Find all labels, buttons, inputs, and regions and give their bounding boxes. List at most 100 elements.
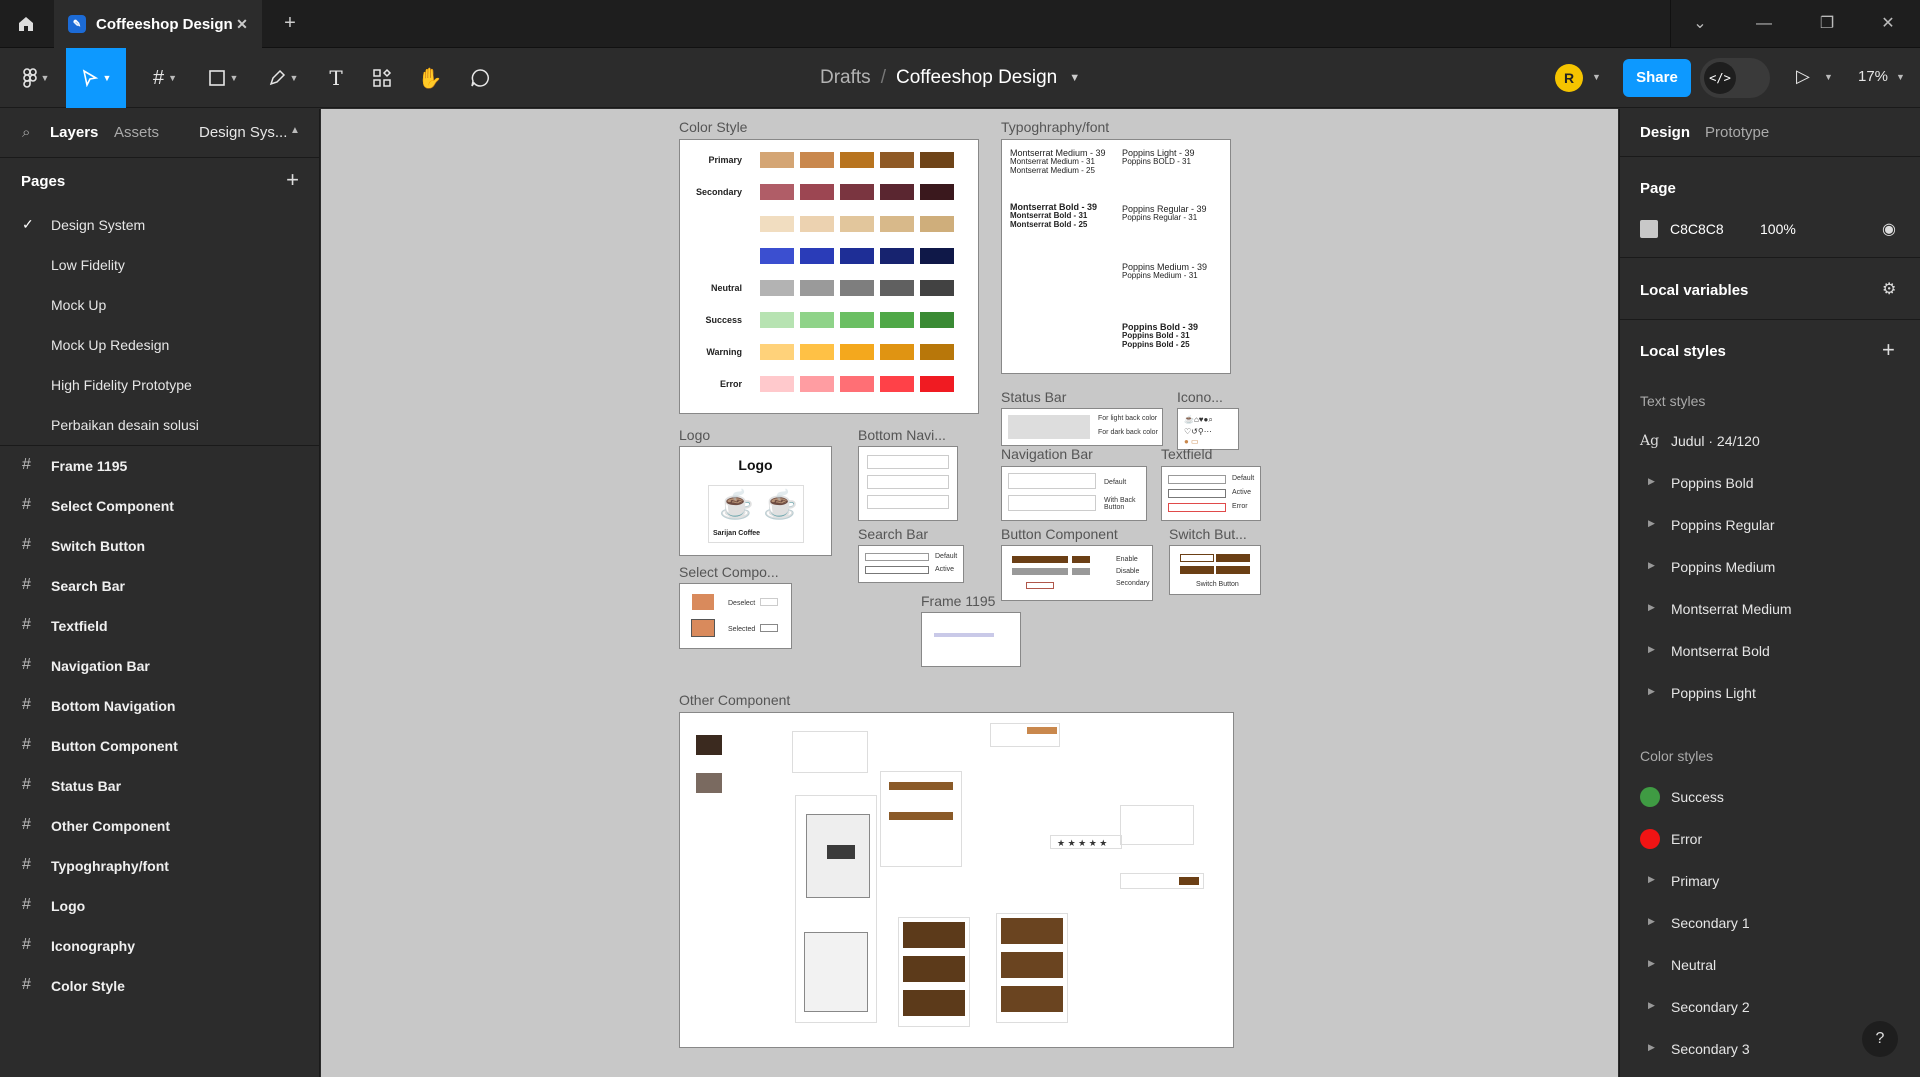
resources-button[interactable] [362, 48, 402, 108]
switch-button-frame[interactable]: Switch Button [1169, 545, 1261, 595]
tab-layers[interactable]: Layers [50, 124, 98, 141]
chevron-up-icon[interactable]: ▲ [290, 125, 300, 136]
chevron-down-icon[interactable]: ▼ [1824, 72, 1833, 82]
iconography-frame[interactable]: ☕⌂♥●⌕ ♡↺⚲⋯ ● ▭ [1177, 408, 1239, 450]
frame-label-color-style[interactable]: Color Style [679, 119, 747, 135]
help-button[interactable]: ? [1862, 1021, 1898, 1057]
textfield-frame[interactable]: Default Active Error [1161, 466, 1261, 521]
chevron-right-icon[interactable]: ▶ [1648, 874, 1655, 885]
color-style-group[interactable]: ▶ Neutral [1620, 949, 1920, 983]
page-item[interactable]: ✓ Design System [0, 205, 319, 245]
layer-item[interactable]: # Select Component [0, 486, 319, 526]
chevron-right-icon[interactable]: ▶ [1648, 916, 1655, 927]
tab-design[interactable]: Design [1640, 124, 1690, 141]
color-style-group[interactable]: ▶ Primary [1620, 865, 1920, 899]
frame-label-logo[interactable]: Logo [679, 427, 710, 443]
layer-item[interactable]: # Bottom Navigation [0, 686, 319, 726]
chevron-right-icon[interactable]: ▶ [1648, 518, 1655, 529]
zoom-level[interactable]: 17% [1858, 68, 1888, 85]
bottom-navigation-frame[interactable] [858, 446, 958, 521]
frame-label-select-component[interactable]: Select Compo... [679, 564, 779, 580]
page-item[interactable]: High Fidelity Prototype [0, 365, 319, 405]
local-variables-title[interactable]: Local variables [1640, 282, 1748, 299]
color-style-group[interactable]: ▶ Secondary 2 [1620, 991, 1920, 1025]
frame-label-switch-button[interactable]: Switch But... [1169, 526, 1247, 542]
frame-1195[interactable] [921, 612, 1021, 667]
page-color-opacity[interactable]: 100% [1760, 221, 1796, 237]
eye-icon[interactable]: ◉ [1882, 219, 1896, 239]
restore-button[interactable]: ❐ [1815, 12, 1839, 36]
color-style-row[interactable]: Error [1620, 823, 1920, 857]
chevron-right-icon[interactable]: ▶ [1648, 560, 1655, 571]
text-style-group[interactable]: ▶ Montserrat Bold [1620, 635, 1920, 669]
tab-assets[interactable]: Assets [114, 124, 159, 141]
chevron-right-icon[interactable]: ▶ [1648, 686, 1655, 697]
text-tool-button[interactable]: T [316, 48, 356, 108]
page-item[interactable]: Low Fidelity [0, 245, 319, 285]
button-component-frame[interactable]: Enable Disable Secondary [1001, 545, 1153, 601]
layer-item[interactable]: # Typoghraphy/font [0, 846, 319, 886]
layer-item[interactable]: # Color Style [0, 966, 319, 1006]
navigation-bar-frame[interactable]: Default With Back Button [1001, 466, 1147, 521]
other-component-frame[interactable]: ★ ★ ★ ★ ★ [679, 712, 1234, 1048]
layer-item[interactable]: # Switch Button [0, 526, 319, 566]
tab-close-icon[interactable]: ✕ [232, 14, 252, 34]
text-style-row[interactable]: Ag Judul · 24/120 [1620, 425, 1920, 459]
tab-prototype[interactable]: Prototype [1705, 124, 1769, 141]
frame-label-typography[interactable]: Typoghraphy/font [1001, 119, 1109, 135]
layer-item[interactable]: # Frame 1195 [0, 446, 319, 486]
select-component-frame[interactable]: Deselect Selected [679, 583, 792, 649]
tabs-dropdown-icon[interactable]: ⌄ [1688, 12, 1712, 36]
frame-label-button-component[interactable]: Button Component [1001, 526, 1118, 542]
new-tab-button[interactable]: + [278, 12, 302, 36]
layer-item[interactable]: # Navigation Bar [0, 646, 319, 686]
color-style-group[interactable]: ▶ Secondary 1 [1620, 907, 1920, 941]
text-style-group[interactable]: ▶ Montserrat Medium [1620, 593, 1920, 627]
chevron-down-icon[interactable]: ▼ [1069, 72, 1080, 84]
chevron-down-icon[interactable]: ▼ [1592, 72, 1601, 82]
page-item[interactable]: Mock Up [0, 285, 319, 325]
dev-mode-toggle[interactable]: </> [1700, 58, 1770, 98]
typography-frame[interactable]: Montserrat Medium - 39 Montserrat Medium … [1001, 139, 1231, 374]
frame-label-textfield[interactable]: Textfield [1161, 446, 1212, 462]
text-style-group[interactable]: ▶ Poppins Medium [1620, 551, 1920, 585]
page-item[interactable]: Perbaikan desain solusi [0, 405, 319, 445]
search-icon[interactable]: ⌕ [22, 124, 30, 141]
color-style-frame[interactable]: Primary Secondary Neutral Success Warning Err… [679, 139, 979, 414]
text-style-group[interactable]: ▶ Poppins Bold [1620, 467, 1920, 501]
page-item[interactable]: Mock Up Redesign [0, 325, 319, 365]
chevron-right-icon[interactable]: ▶ [1648, 1042, 1655, 1053]
canvas[interactable]: Color Style Primary Secondary Neutral Succe… [321, 109, 1618, 1077]
chevron-right-icon[interactable]: ▶ [1648, 602, 1655, 613]
frame-label-bottom-navigation[interactable]: Bottom Navi... [858, 427, 946, 443]
frame-label-iconography[interactable]: Icono... [1177, 389, 1223, 405]
shape-tool-button[interactable]: ▼ [198, 48, 248, 108]
move-tool-button[interactable]: ▼ [66, 48, 126, 108]
hand-tool-button[interactable]: ✋ [410, 48, 450, 108]
share-button[interactable]: Share [1623, 59, 1691, 97]
color-style-row[interactable]: Success [1620, 781, 1920, 815]
search-bar-frame[interactable]: Default Active [858, 545, 964, 583]
pen-tool-button[interactable]: ▼ [258, 48, 308, 108]
window-close-button[interactable]: ✕ [1876, 12, 1900, 36]
layer-item[interactable]: # Textfield [0, 606, 319, 646]
file-tab[interactable]: ✎ Coffeeshop Design ✕ [54, 0, 262, 48]
page-color-swatch[interactable] [1640, 220, 1658, 238]
main-menu-button[interactable]: ▼ [12, 48, 60, 108]
chevron-down-icon[interactable]: ▼ [1896, 72, 1905, 82]
layer-item[interactable]: # Status Bar [0, 766, 319, 806]
layer-item[interactable]: # Iconography [0, 926, 319, 966]
sliders-icon[interactable]: ⚙ [1882, 279, 1896, 299]
text-style-group[interactable]: ▶ Poppins Light [1620, 677, 1920, 711]
frame-tool-button[interactable]: # ▼ [140, 48, 190, 108]
text-style-group[interactable]: ▶ Poppins Regular [1620, 509, 1920, 543]
comment-tool-button[interactable] [460, 48, 500, 108]
add-page-icon[interactable]: + [286, 167, 299, 193]
home-button[interactable] [0, 0, 52, 48]
layer-item[interactable]: # Button Component [0, 726, 319, 766]
frame-label-navigation-bar[interactable]: Navigation Bar [1001, 446, 1093, 462]
chevron-right-icon[interactable]: ▶ [1648, 644, 1655, 655]
frame-label-frame-1195[interactable]: Frame 1195 [921, 593, 995, 609]
minimize-button[interactable]: — [1752, 12, 1776, 36]
layer-item[interactable]: # Other Component [0, 806, 319, 846]
